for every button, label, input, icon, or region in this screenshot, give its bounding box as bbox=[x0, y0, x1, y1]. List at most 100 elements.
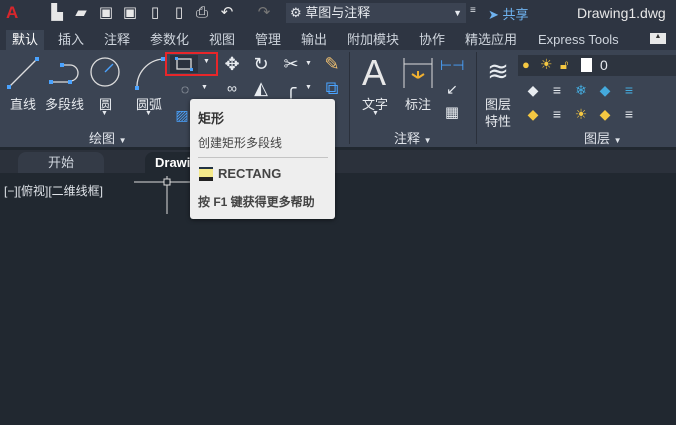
save-icon[interactable]: ▣ bbox=[97, 4, 115, 22]
save-as-icon[interactable]: ▣ bbox=[121, 4, 139, 22]
minimize-ribbon-icon[interactable]: ▲ bbox=[650, 33, 666, 44]
chevron-down-icon[interactable]: ▼ bbox=[305, 60, 312, 67]
line-icon[interactable] bbox=[6, 56, 40, 90]
open-web-icon[interactable]: ▯ bbox=[146, 4, 164, 22]
customize-qat-icon[interactable]: ≡ bbox=[470, 5, 476, 16]
send-icon: ➤ bbox=[488, 7, 499, 22]
dimension-icon[interactable] bbox=[402, 56, 434, 90]
new-file-icon[interactable]: ▙ bbox=[48, 4, 66, 22]
workspace-label: 草图与注释 bbox=[305, 5, 371, 20]
arc-icon[interactable] bbox=[134, 56, 166, 90]
ribbon-tabs: 默认 插入 注释 参数化 视图 管理 输出 附加模块 协作 精选应用 Expre… bbox=[0, 27, 676, 50]
layers-panel-title: 图层 bbox=[584, 131, 611, 146]
tab-parametric[interactable]: 参数化 bbox=[144, 30, 195, 50]
chevron-down-icon[interactable]: ▼ bbox=[372, 110, 379, 117]
tab-view[interactable]: 视图 bbox=[203, 30, 241, 50]
layer-lock-icon[interactable]: ◆ bbox=[593, 79, 617, 101]
tab-manage[interactable]: 管理 bbox=[249, 30, 287, 50]
tab-annotate[interactable]: 注释 bbox=[98, 30, 136, 50]
tab-featured-apps[interactable]: 精选应用 bbox=[459, 30, 523, 50]
mirror-icon[interactable]: ◭ bbox=[249, 77, 273, 99]
rectangle-tooltip: 矩形 创建矩形多段线 RECTANG 按 F1 键获得更多帮助 bbox=[190, 99, 335, 219]
dimension-label[interactable]: 标注 bbox=[405, 94, 431, 113]
array-icon[interactable]: ⧉ bbox=[320, 77, 344, 99]
rotate-icon[interactable]: ↻ bbox=[249, 53, 273, 75]
chevron-down-icon[interactable]: ▼ bbox=[201, 84, 208, 91]
draw-panel-title: 绘图 bbox=[89, 131, 116, 146]
chevron-down-icon[interactable]: ▼ bbox=[145, 110, 152, 117]
tab-addins[interactable]: 附加模块 bbox=[341, 30, 405, 50]
chevron-down-icon: ▼ bbox=[118, 136, 127, 145]
tab-default[interactable]: 默认 bbox=[6, 30, 45, 50]
circle-icon[interactable] bbox=[89, 56, 121, 88]
layer-dropdown[interactable]: ● ☀ 🔓︎ 0 bbox=[518, 55, 676, 76]
open-folder-icon[interactable]: ▰ bbox=[72, 4, 90, 22]
layers-panel-label[interactable]: 图层 ▼ bbox=[584, 128, 622, 147]
undo-icon[interactable]: ↶ bbox=[218, 4, 236, 22]
gear-icon: ⚙ bbox=[290, 5, 302, 20]
share-label: 共享 bbox=[502, 7, 529, 22]
app-logo[interactable]: A bbox=[6, 3, 18, 23]
redo-icon[interactable]: ↷ bbox=[255, 4, 273, 22]
layer-properties-icon[interactable]: ≋ bbox=[483, 56, 513, 86]
layer-unlock-icon[interactable]: ◆ bbox=[593, 103, 617, 125]
title-bar: A ▙ ▰ ▣ ▣ ▯ ▯ ⎙ ↶ ↷ ⚙ 草图与注释 ▼ ≡ ➤ 共享 Dra… bbox=[0, 0, 676, 27]
rectangle-button[interactable]: ▼ bbox=[165, 52, 218, 76]
divider bbox=[198, 157, 328, 158]
layer-isolate-icon[interactable]: ≡ bbox=[545, 79, 569, 101]
trim-icon[interactable]: ✂ bbox=[279, 53, 303, 75]
tooltip-title: 矩形 bbox=[198, 111, 225, 126]
erase-icon[interactable]: ✎ bbox=[320, 53, 344, 75]
chevron-down-icon: ▼ bbox=[423, 136, 432, 145]
annotation-panel-title: 注释 bbox=[394, 131, 421, 146]
tooltip-command: RECTANG bbox=[218, 166, 282, 181]
tooltip-description: 创建矩形多段线 bbox=[198, 136, 283, 150]
layer-thaw-icon[interactable]: ☀ bbox=[569, 103, 593, 125]
tab-insert[interactable]: 插入 bbox=[52, 30, 90, 50]
layer-freeze-icon[interactable]: ❄ bbox=[569, 79, 593, 101]
lock-icon: 🔓︎ bbox=[560, 57, 569, 72]
polyline-label[interactable]: 多段线 bbox=[45, 94, 84, 113]
panel-divider bbox=[349, 52, 350, 144]
tab-start[interactable]: 开始 bbox=[18, 152, 105, 173]
leader-icon[interactable]: ↙ bbox=[440, 78, 464, 100]
annotation-panel-label[interactable]: 注释 ▼ bbox=[394, 128, 432, 147]
tab-collaborate[interactable]: 协作 bbox=[413, 30, 451, 50]
layer-unisolate-icon[interactable]: ≡ bbox=[545, 103, 569, 125]
tooltip-help: 按 F1 键获得更多帮助 bbox=[198, 195, 315, 209]
chevron-down-icon[interactable]: ▼ bbox=[203, 58, 210, 65]
linear-dimension-icon[interactable]: ⊢⊣ bbox=[440, 54, 464, 76]
layer-on-icon[interactable]: ◆ bbox=[521, 103, 545, 125]
layer-properties-label-2[interactable]: 特性 bbox=[485, 111, 511, 130]
chevron-down-icon[interactable]: ▼ bbox=[101, 110, 108, 117]
panel-divider bbox=[476, 52, 477, 144]
layer-current-icon[interactable]: ≡ bbox=[617, 103, 641, 125]
move-icon[interactable]: ✥ bbox=[220, 53, 244, 75]
layer-off-icon[interactable]: ◆ bbox=[521, 79, 545, 101]
text-icon[interactable]: A bbox=[362, 52, 386, 94]
print-icon[interactable]: ⎙ bbox=[193, 4, 211, 22]
fillet-icon[interactable]: ╭ bbox=[279, 77, 303, 99]
color-swatch-icon bbox=[581, 58, 592, 72]
document-tabs: 开始 Drawing1 bbox=[0, 150, 676, 173]
draw-panel-label[interactable]: 绘图 ▼ bbox=[89, 128, 127, 147]
polyline-icon[interactable] bbox=[48, 60, 84, 86]
tab-express-tools[interactable]: Express Tools bbox=[532, 30, 625, 50]
save-web-icon[interactable]: ▯ bbox=[170, 4, 188, 22]
chevron-down-icon[interactable]: ▼ bbox=[305, 84, 312, 91]
copy-icon[interactable]: ∞ bbox=[220, 77, 244, 99]
line-label[interactable]: 直线 bbox=[10, 94, 36, 113]
layer-name: 0 bbox=[600, 57, 608, 73]
share-button[interactable]: ➤ 共享 bbox=[488, 4, 529, 23]
ellipse-icon[interactable]: ◌ bbox=[173, 78, 197, 100]
workspace-dropdown[interactable]: ⚙ 草图与注释 ▼ bbox=[286, 3, 466, 23]
table-icon[interactable]: ▦ bbox=[440, 102, 464, 124]
sun-icon: ☀ bbox=[540, 56, 553, 72]
bulb-icon: ● bbox=[522, 57, 530, 72]
tab-output[interactable]: 输出 bbox=[295, 30, 333, 50]
chevron-down-icon: ▼ bbox=[613, 136, 622, 145]
rectangle-icon bbox=[175, 57, 193, 71]
viewport-controls[interactable]: [−][俯视][二维线框] bbox=[4, 182, 103, 199]
layer-match-icon[interactable]: ≡ bbox=[617, 79, 641, 101]
document-title: Drawing1.dwg bbox=[577, 5, 666, 21]
